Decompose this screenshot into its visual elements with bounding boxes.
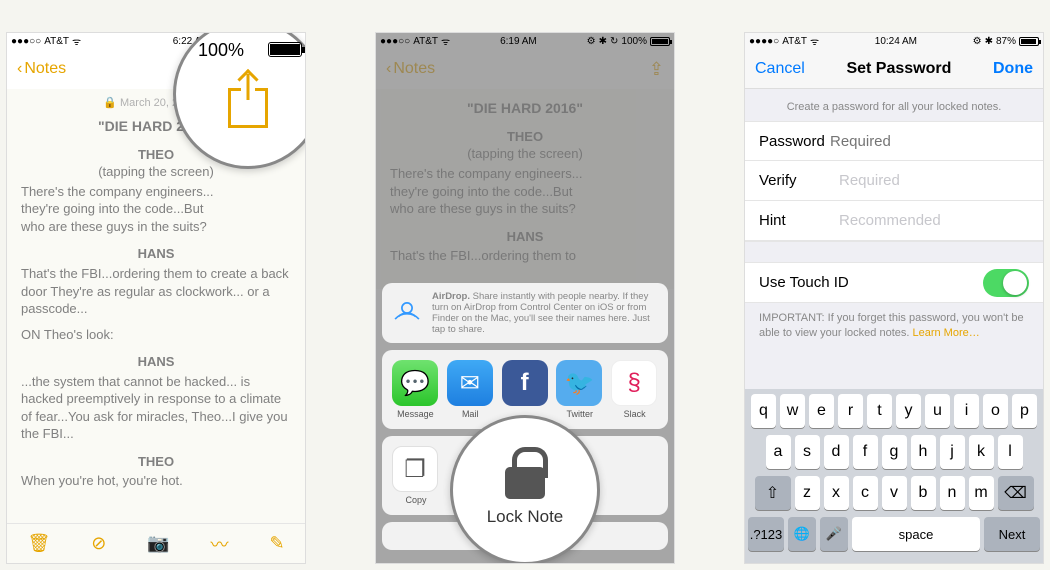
key-d[interactable]: d <box>824 435 849 469</box>
hint-field-row[interactable]: Hint Recommended <box>745 201 1043 241</box>
share-icon[interactable] <box>228 88 268 128</box>
touchid-row: Use Touch ID <box>745 263 1043 303</box>
password-field-row[interactable]: Password <box>745 121 1043 161</box>
key-q[interactable]: q <box>751 394 776 428</box>
footnote: IMPORTANT: If you forget this password, … <box>745 303 1043 350</box>
lock-icon[interactable] <box>505 467 545 499</box>
key-x[interactable]: x <box>824 476 849 510</box>
password-input[interactable] <box>830 133 1029 150</box>
globe-key[interactable]: 🌐 <box>788 517 816 551</box>
touchid-toggle[interactable] <box>983 269 1029 297</box>
key-p[interactable]: p <box>1012 394 1037 428</box>
section-description: Create a password for all your locked no… <box>745 89 1043 121</box>
key-s[interactable]: s <box>795 435 820 469</box>
cancel-button[interactable]: Cancel <box>755 60 805 78</box>
key-m[interactable]: m <box>969 476 994 510</box>
key-o[interactable]: o <box>983 394 1008 428</box>
share-twitter[interactable]: 🐦Twitter <box>556 360 603 419</box>
mic-key[interactable]: 🎤 <box>820 517 848 551</box>
camera-icon[interactable]: 📷 <box>147 533 169 554</box>
action-copy[interactable]: ❐Copy <box>392 446 440 505</box>
share-message[interactable]: 💬Message <box>392 360 439 419</box>
key-c[interactable]: c <box>853 476 878 510</box>
key-t[interactable]: t <box>867 394 892 428</box>
key-k[interactable]: k <box>969 435 994 469</box>
phone-notes-detail: ●●●○○ AT&T ᯤ 6:22 AM ‹Notes 🔒March 20, 2… <box>6 32 306 564</box>
verify-field-row[interactable]: Verify Required <box>745 161 1043 201</box>
phone-set-password: ●●●●○ AT&T ᯤ 10:24 AM ⚙✱87% Cancel Set P… <box>744 32 1044 564</box>
share-mail[interactable]: ✉Mail <box>447 360 494 419</box>
next-key[interactable]: Next <box>984 517 1040 551</box>
key-a[interactable]: a <box>766 435 791 469</box>
back-button[interactable]: ‹Notes <box>17 60 66 78</box>
sketch-icon[interactable]: 〰 <box>211 531 229 557</box>
backspace-key[interactable]: ⌫ <box>998 476 1034 510</box>
key-l[interactable]: l <box>998 435 1023 469</box>
keyboard: qwertyuiop asdfghjkl ⇧ zxcvbnm ⌫ .?123 🌐… <box>745 389 1043 563</box>
phone-share-sheet: ●●●○○ AT&T ᯤ 6:19 AM ⚙✱↻100% ‹Notes ⇪ "D… <box>375 32 675 564</box>
bottom-toolbar: 🗑 ⊘ 📷 〰 ✎ <box>7 523 305 563</box>
key-j[interactable]: j <box>940 435 965 469</box>
key-b[interactable]: b <box>911 476 936 510</box>
key-v[interactable]: v <box>882 476 907 510</box>
key-n[interactable]: n <box>940 476 965 510</box>
share-slack[interactable]: §Slack <box>611 360 658 419</box>
key-y[interactable]: y <box>896 394 921 428</box>
key-h[interactable]: h <box>911 435 936 469</box>
key-g[interactable]: g <box>882 435 907 469</box>
lock-note-label: Lock Note <box>487 507 564 527</box>
airdrop-row[interactable]: AirDrop. Share instantly with people nea… <box>382 283 668 343</box>
key-r[interactable]: r <box>838 394 863 428</box>
key-i[interactable]: i <box>954 394 979 428</box>
share-facebook[interactable]: fFacebook <box>502 360 549 419</box>
key-z[interactable]: z <box>795 476 820 510</box>
key-e[interactable]: e <box>809 394 834 428</box>
compose-icon[interactable]: ✎ <box>269 533 284 554</box>
key-u[interactable]: u <box>925 394 950 428</box>
shift-key[interactable]: ⇧ <box>755 476 791 510</box>
airdrop-icon <box>390 291 424 325</box>
key-w[interactable]: w <box>780 394 805 428</box>
checklist-icon[interactable]: ⊘ <box>91 533 106 554</box>
battery-percent: 100% <box>198 40 244 61</box>
trash-icon[interactable]: 🗑 <box>27 533 50 554</box>
battery-icon <box>268 42 302 57</box>
nav-bar: Cancel Set Password Done <box>745 49 1043 89</box>
done-button[interactable]: Done <box>993 60 1033 78</box>
status-bar: ●●●●○ AT&T ᯤ 10:24 AM ⚙✱87% <box>745 33 1043 49</box>
callout-lock-note: Lock Note <box>450 415 600 564</box>
key-f[interactable]: f <box>853 435 878 469</box>
page-title: Set Password <box>846 60 951 78</box>
symbols-key[interactable]: .?123 <box>748 517 784 551</box>
space-key[interactable]: space <box>852 517 980 551</box>
learn-more-link[interactable]: Learn More… <box>912 327 979 339</box>
